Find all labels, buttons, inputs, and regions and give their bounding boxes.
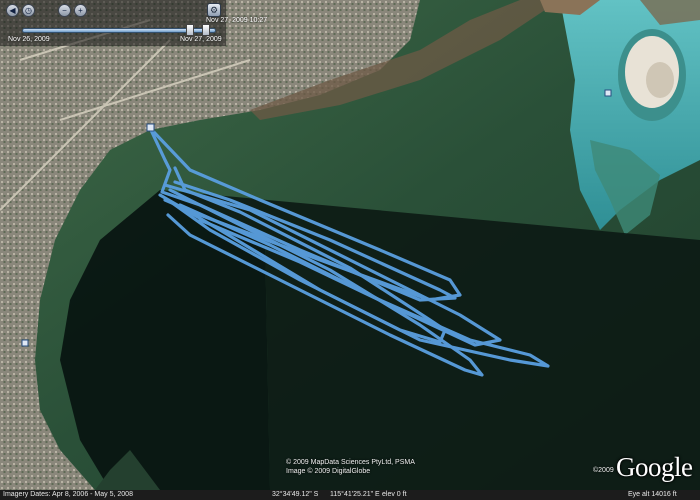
zoom-in-icon[interactable]: + xyxy=(74,4,87,17)
placemark-icon[interactable] xyxy=(146,123,155,132)
clock-icon[interactable]: ◷ xyxy=(22,4,35,17)
time-slider-panel: ◀ ◷ − + ⚙ Nov 27, 2009 10:27 Nov 26, 200… xyxy=(0,0,267,46)
eye-altitude-readout: Eye alt 14016 ft xyxy=(628,491,677,498)
time-slider-end-handle[interactable] xyxy=(202,24,210,36)
logo-copyright-year: ©2009 xyxy=(593,467,614,474)
zoom-out-icon[interactable]: − xyxy=(58,4,71,17)
placemark-icon[interactable] xyxy=(21,339,29,347)
longitude-readout: 115°41'25.21" E xyxy=(330,491,380,498)
time-slider-start-handle[interactable] xyxy=(186,24,194,36)
latitude-readout: 32°34'49.12" S xyxy=(272,491,319,498)
attribution-line-1: © 2009 MapData Sciences PtyLtd, PSMA xyxy=(286,459,415,466)
timebar-range-start: Nov 26, 2009 xyxy=(8,36,50,43)
google-logo: Google xyxy=(616,452,693,482)
timebar-current-time: Nov 27, 2009 10:27 xyxy=(206,17,268,24)
placemark-icon[interactable] xyxy=(604,89,612,97)
timebar-range-end: Nov 27, 2009 xyxy=(180,36,222,43)
wrench-icon[interactable]: ⚙ xyxy=(207,3,221,17)
map-attribution: © 2009 MapData Sciences PtyLtd, PSMA Ima… xyxy=(286,458,415,476)
chevron-left-icon[interactable]: ◀ xyxy=(6,4,19,17)
satellite-map[interactable] xyxy=(0,0,700,490)
attribution-line-2: Image © 2009 DigitalGlobe xyxy=(286,468,371,475)
status-bar: Imagery Dates: Apr 8, 2006 - May 5, 2008… xyxy=(0,490,700,500)
island-vegetation xyxy=(646,62,674,98)
elevation-readout: elev 0 ft xyxy=(382,491,407,498)
earth-viewport[interactable] xyxy=(0,0,700,500)
imagery-dates: Imagery Dates: Apr 8, 2006 - May 5, 2008 xyxy=(3,491,133,498)
